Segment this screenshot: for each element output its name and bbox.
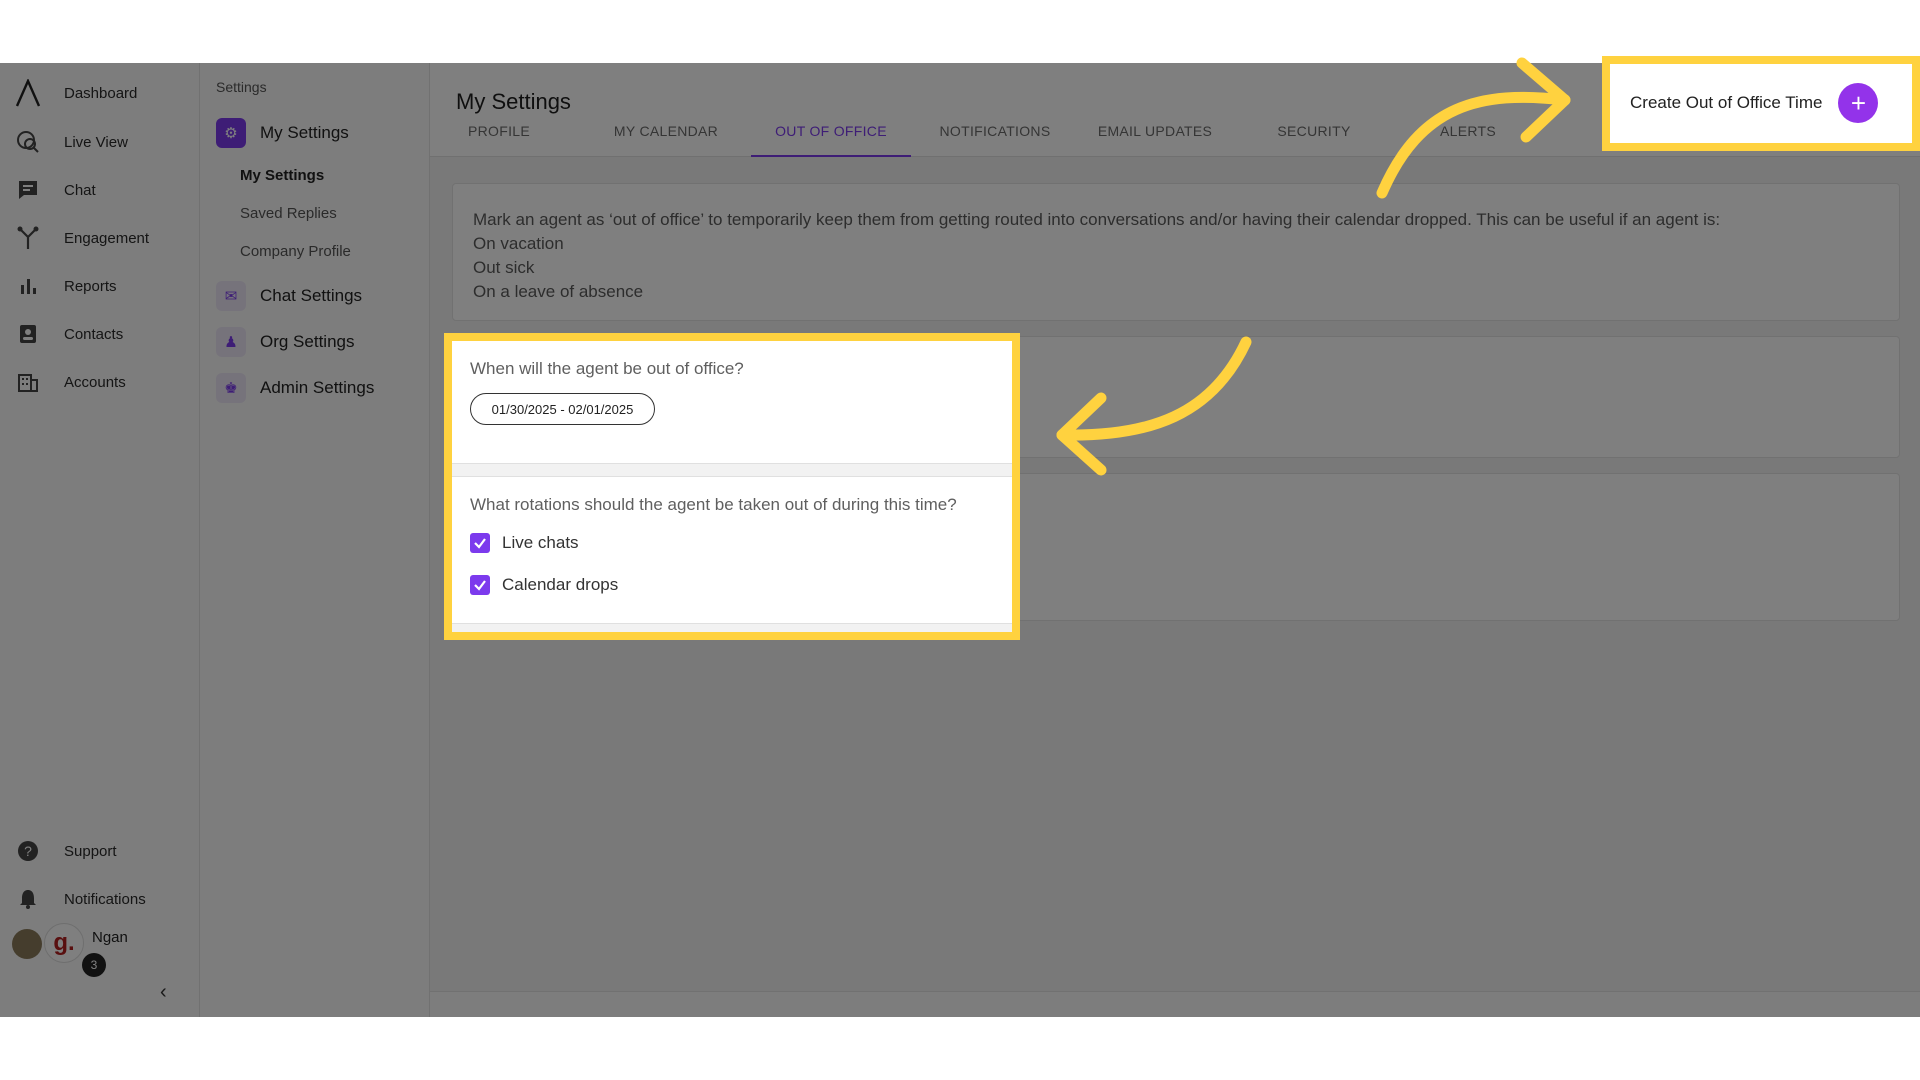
plus-icon: + — [1838, 83, 1879, 123]
date-range-picker[interactable]: 01/30/2025 - 02/01/2025 — [470, 393, 655, 425]
section-divider — [452, 463, 1012, 477]
create-out-of-office-button[interactable]: Create Out of Office Time + — [1630, 80, 1900, 126]
create-out-of-office-highlight: Create Out of Office Time + — [1602, 56, 1920, 151]
live-chats-option[interactable]: Live chats — [470, 533, 579, 553]
option-label: Calendar drops — [502, 575, 619, 594]
check-icon — [474, 538, 486, 549]
option-label: Live chats — [502, 533, 579, 552]
date-question: When will the agent be out of office? — [470, 359, 744, 378]
live-chats-checkbox[interactable] — [470, 533, 490, 553]
section-divider — [452, 623, 1012, 632]
calendar-drops-checkbox[interactable] — [470, 575, 490, 595]
check-icon — [474, 580, 486, 591]
out-of-office-form-highlight: When will the agent be out of office? 01… — [444, 333, 1020, 640]
calendar-drops-option[interactable]: Calendar drops — [470, 575, 618, 595]
rotations-question: What rotations should the agent be taken… — [470, 495, 957, 514]
create-button-label: Create Out of Office Time — [1630, 93, 1823, 112]
